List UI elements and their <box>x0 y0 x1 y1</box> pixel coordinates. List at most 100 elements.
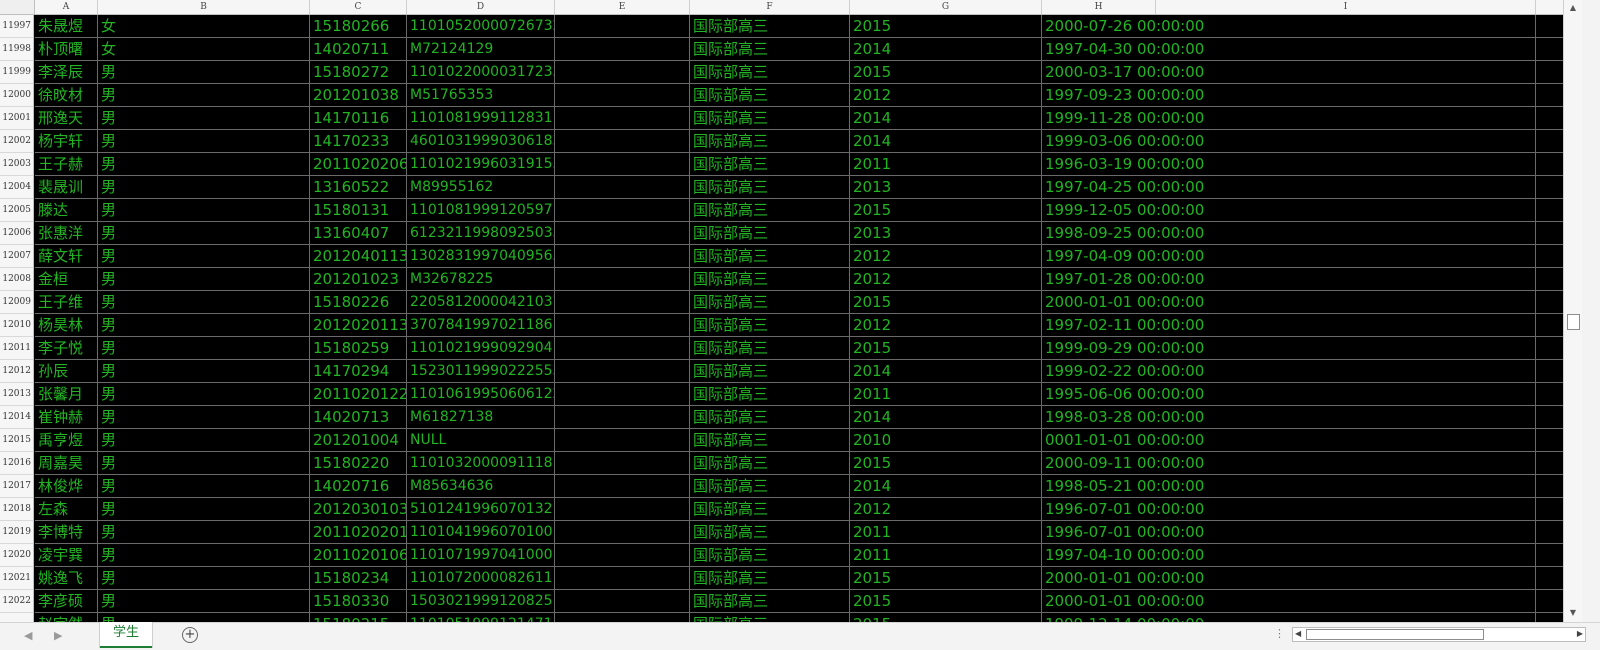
cell-class[interactable]: 国际部高三 <box>690 383 850 406</box>
row-header[interactable]: 12020 <box>0 544 34 567</box>
cell-gender[interactable]: 男 <box>98 337 310 360</box>
cell-id-number[interactable]: M61827138 <box>407 406 555 429</box>
cell-gender[interactable]: 男 <box>98 590 310 613</box>
cell-name[interactable]: 孙辰 <box>35 360 98 383</box>
cell-year[interactable]: 2015 <box>850 337 1042 360</box>
cell-birthdate[interactable]: 1999-03-06 00:00:00 <box>1042 130 1536 153</box>
cell-birthdate[interactable]: 1999-02-22 00:00:00 <box>1042 360 1536 383</box>
cell-student-id[interactable]: 15180272 <box>310 61 407 84</box>
cell-name[interactable]: 李泽辰 <box>35 61 98 84</box>
cell-gender[interactable]: 男 <box>98 268 310 291</box>
cell-birthdate[interactable]: 1997-09-23 00:00:00 <box>1042 84 1536 107</box>
cell-id-number[interactable]: 152301199902225531 <box>407 360 555 383</box>
row-header[interactable]: 12014 <box>0 406 34 429</box>
cell-birthdate[interactable]: 1997-01-28 00:00:00 <box>1042 268 1536 291</box>
cell-id-number[interactable]: M51765353 <box>407 84 555 107</box>
cell-empty[interactable] <box>555 452 690 475</box>
row-header[interactable]: 12000 <box>0 84 34 107</box>
cell-birthdate[interactable]: 1996-03-19 00:00:00 <box>1042 153 1536 176</box>
cell-id-number[interactable]: 110105200007267322 <box>407 15 555 38</box>
select-all-corner[interactable] <box>0 0 35 14</box>
cell-year[interactable]: 2015 <box>850 567 1042 590</box>
column-header-i[interactable]: I <box>1156 0 1536 14</box>
cell-year[interactable]: 2014 <box>850 130 1042 153</box>
cell-gender[interactable]: 男 <box>98 245 310 268</box>
cell-birthdate[interactable]: 1997-04-30 00:00:00 <box>1042 38 1536 61</box>
cell-year[interactable]: 2012 <box>850 84 1042 107</box>
cell-empty[interactable] <box>555 429 690 452</box>
cell-gender[interactable]: 男 <box>98 521 310 544</box>
cell-gender[interactable]: 男 <box>98 291 310 314</box>
cell-name[interactable]: 林俊烨 <box>35 475 98 498</box>
column-header-e[interactable]: E <box>555 0 690 14</box>
cell-student-id[interactable]: 14170233 <box>310 130 407 153</box>
cell-student-id[interactable]: 14170294 <box>310 360 407 383</box>
cell-year[interactable]: 2011 <box>850 153 1042 176</box>
cell-empty[interactable] <box>555 337 690 360</box>
cell-student-id[interactable]: 2011020206 <box>310 153 407 176</box>
cell-empty[interactable] <box>555 613 690 622</box>
cell-birthdate[interactable]: 1996-07-01 00:00:00 <box>1042 521 1536 544</box>
plus-circle-icon[interactable]: + <box>182 627 198 643</box>
column-header-f[interactable]: F <box>690 0 850 14</box>
cell-id-number[interactable]: 110108199912059711 <box>407 199 555 222</box>
scroll-up-icon[interactable]: ▲ <box>1567 2 1579 14</box>
cell-student-id[interactable]: 14020716 <box>310 475 407 498</box>
cell-birthdate[interactable]: 1997-04-25 00:00:00 <box>1042 176 1536 199</box>
cell-year[interactable]: 2015 <box>850 15 1042 38</box>
cell-year[interactable]: 2011 <box>850 544 1042 567</box>
row-header[interactable]: 12010 <box>0 314 34 337</box>
cell-id-number[interactable]: 11010720000826111X <box>407 567 555 590</box>
cell-year[interactable]: 2012 <box>850 498 1042 521</box>
cell-gender[interactable]: 男 <box>98 199 310 222</box>
cell-class[interactable]: 国际部高三 <box>690 222 850 245</box>
row-header[interactable]: 12022 <box>0 590 34 613</box>
cell-empty[interactable] <box>555 406 690 429</box>
cell-birthdate[interactable]: 2000-09-11 00:00:00 <box>1042 452 1536 475</box>
cell-student-id[interactable]: 201201023 <box>310 268 407 291</box>
row-header[interactable]: 12005 <box>0 199 34 222</box>
row-header[interactable]: 11997 <box>0 15 34 38</box>
cell-id-number[interactable]: 110107199704100015 <box>407 544 555 567</box>
column-header-d[interactable]: D <box>407 0 555 14</box>
cell-year[interactable]: 2014 <box>850 360 1042 383</box>
column-header-a[interactable]: A <box>35 0 98 14</box>
cell-empty[interactable] <box>555 38 690 61</box>
cell-birthdate[interactable]: 1999-11-28 00:00:00 <box>1042 107 1536 130</box>
row-header[interactable]: 12001 <box>0 107 34 130</box>
cell-student-id[interactable]: 13160522 <box>310 176 407 199</box>
cell-empty[interactable] <box>555 199 690 222</box>
row-header[interactable]: 12011 <box>0 337 34 360</box>
cell-name[interactable]: 崔钟赫 <box>35 406 98 429</box>
row-header[interactable]: 12017 <box>0 475 34 498</box>
cell-empty[interactable] <box>555 291 690 314</box>
cell-year[interactable]: 2015 <box>850 452 1042 475</box>
cell-class[interactable]: 国际部高三 <box>690 130 850 153</box>
cell-name[interactable]: 邢逸天 <box>35 107 98 130</box>
column-header-h[interactable]: H <box>1042 0 1156 14</box>
cell-id-number[interactable]: 220581200004210375 <box>407 291 555 314</box>
cell-id-number[interactable]: 110102200003172335 <box>407 61 555 84</box>
cell-id-number[interactable]: M32678225 <box>407 268 555 291</box>
cell-class[interactable]: 国际部高三 <box>690 590 850 613</box>
cell-id-number[interactable]: 460103199903061834 <box>407 130 555 153</box>
row-header[interactable]: 11998 <box>0 38 34 61</box>
row-header[interactable]: 12004 <box>0 176 34 199</box>
cell-birthdate[interactable]: 1997-04-09 00:00:00 <box>1042 245 1536 268</box>
cell-year[interactable]: 2014 <box>850 38 1042 61</box>
cell-birthdate[interactable]: 1999-12-05 00:00:00 <box>1042 199 1536 222</box>
chevron-right-icon[interactable]: ▶ <box>54 629 62 642</box>
cell-empty[interactable] <box>555 567 690 590</box>
cell-gender[interactable]: 男 <box>98 222 310 245</box>
cell-name[interactable]: 李彦硕 <box>35 590 98 613</box>
cell-student-id[interactable]: 14170116 <box>310 107 407 130</box>
row-header[interactable]: 12002 <box>0 130 34 153</box>
cell-gender[interactable]: 男 <box>98 429 310 452</box>
cell-class[interactable]: 国际部高三 <box>690 38 850 61</box>
vertical-scrollbar[interactable]: ▲ ▼ <box>1563 0 1582 622</box>
column-header-g[interactable]: G <box>850 0 1042 14</box>
cell-empty[interactable] <box>555 15 690 38</box>
cell-empty[interactable] <box>555 544 690 567</box>
cell-id-number[interactable]: 110102199909290412 <box>407 337 555 360</box>
cell-year[interactable]: 2014 <box>850 107 1042 130</box>
